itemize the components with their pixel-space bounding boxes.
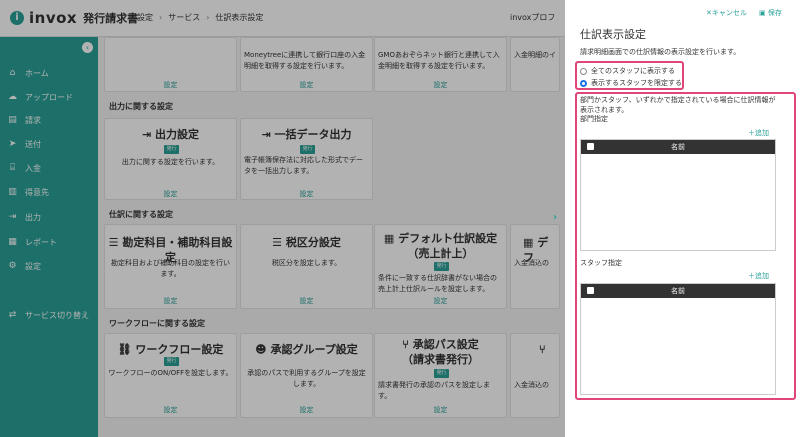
add-staff-button[interactable]: ＋追加 bbox=[748, 271, 769, 281]
staff-table: 名前 bbox=[580, 283, 776, 395]
radio-label: 表示するスタッフを限定する bbox=[591, 79, 682, 87]
name-column-header: 名前 bbox=[671, 143, 685, 151]
radio-button[interactable] bbox=[580, 67, 587, 75]
save-icon: ▣ bbox=[759, 9, 768, 17]
cancel-button[interactable]: ✕キャンセル bbox=[706, 8, 747, 18]
staff-label: スタッフ指定 bbox=[580, 259, 622, 267]
save-button-label: 保存 bbox=[767, 9, 782, 17]
table-header: 名前 bbox=[581, 284, 775, 298]
limit-note: 部門かスタッフ、いずれかで指定されている場合に仕訳情報が表示されます。 bbox=[580, 96, 776, 114]
dept-table: 名前 bbox=[580, 139, 776, 251]
table-header: 名前 bbox=[581, 140, 775, 154]
chevron-right-icon[interactable]: › bbox=[553, 212, 557, 223]
save-button[interactable]: ▣ 保存 bbox=[759, 8, 782, 18]
panel-title: 仕訳表示設定 bbox=[580, 28, 646, 41]
radio-label: 全てのスタッフに表示する bbox=[591, 67, 675, 75]
add-dept-button[interactable]: ＋追加 bbox=[748, 128, 769, 138]
radio-limit-staff[interactable]: 表示するスタッフを限定する bbox=[580, 78, 682, 88]
name-column-header: 名前 bbox=[671, 287, 685, 295]
radio-show-all[interactable]: 全てのスタッフに表示する bbox=[580, 66, 675, 76]
panel-description: 請求明細画面での仕訳情報の表示設定を行います。 bbox=[580, 48, 741, 56]
modal-backdrop[interactable] bbox=[0, 0, 565, 437]
radio-button[interactable] bbox=[580, 79, 587, 87]
dept-label: 部門指定 bbox=[580, 115, 608, 123]
